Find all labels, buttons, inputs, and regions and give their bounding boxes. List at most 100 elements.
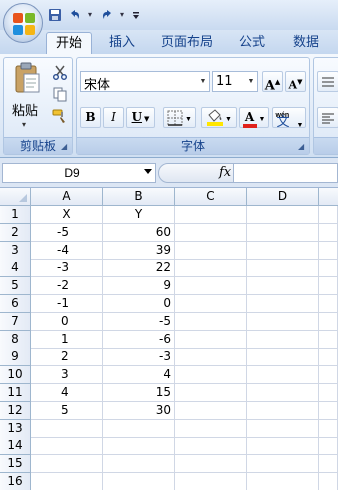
cell-a[interactable] — [31, 473, 103, 490]
row-header[interactable]: 12 — [0, 401, 31, 420]
cell-b[interactable]: 39 — [103, 241, 175, 260]
cell-e-partial[interactable] — [319, 455, 338, 474]
font-launcher-icon[interactable]: ◢ — [298, 143, 306, 151]
cell-a[interactable] — [31, 437, 103, 456]
tab-data[interactable]: 数据 — [284, 32, 328, 54]
cell-b[interactable]: 15 — [103, 384, 175, 402]
row-header[interactable]: 7 — [0, 312, 31, 331]
cell-e-partial[interactable] — [319, 348, 338, 367]
column-header-a[interactable]: A — [31, 188, 103, 206]
row-header[interactable]: 6 — [0, 295, 31, 313]
cell-e-partial[interactable] — [319, 384, 338, 402]
phonetic-button[interactable]: wén 文 ▼ — [272, 107, 306, 129]
cell-d[interactable] — [247, 277, 319, 296]
cell-a[interactable]: 4 — [31, 384, 103, 402]
cell-c[interactable] — [175, 206, 247, 224]
cell-a[interactable]: 3 — [31, 366, 103, 385]
tab-home[interactable]: 开始 — [46, 32, 92, 54]
cell-e-partial[interactable] — [319, 312, 338, 331]
undo-dropdown-icon[interactable]: ▾ — [88, 11, 94, 19]
cell-b[interactable] — [103, 455, 175, 474]
cell-e-partial[interactable] — [319, 241, 338, 260]
cell-b[interactable]: -5 — [103, 312, 175, 331]
column-header-c[interactable]: C — [175, 188, 247, 206]
cell-b[interactable]: 30 — [103, 401, 175, 420]
cell-d[interactable] — [247, 259, 319, 278]
column-header-e-partial[interactable] — [319, 188, 338, 206]
cell-c[interactable] — [175, 366, 247, 385]
grow-font-button[interactable]: A▲ — [262, 71, 283, 93]
cell-d[interactable] — [247, 419, 319, 438]
row-header[interactable]: 14 — [0, 437, 31, 456]
cell-a[interactable]: 0 — [31, 312, 103, 331]
cell-c[interactable] — [175, 384, 247, 402]
tab-page-layout[interactable]: 页面布局 — [152, 32, 222, 54]
cell-a[interactable]: -1 — [31, 295, 103, 313]
cell-c[interactable] — [175, 223, 247, 242]
clipboard-launcher-icon[interactable]: ◢ — [61, 143, 69, 151]
cell-e-partial[interactable] — [319, 277, 338, 296]
cell-d[interactable] — [247, 401, 319, 420]
cell-b[interactable] — [103, 437, 175, 456]
cell-e-partial[interactable] — [319, 330, 338, 349]
bold-button[interactable]: B — [80, 107, 101, 128]
cell-c[interactable] — [175, 330, 247, 349]
align-left-button[interactable] — [317, 107, 338, 128]
borders-button[interactable]: ▼ — [163, 107, 196, 128]
tab-formulas[interactable]: 公式 — [230, 32, 274, 54]
worksheet-grid[interactable]: A B C D 1 X Y 2 -5 60 3 -4 39 4 -3 22 5 -2 9 6 -1 0 7 0 -5 8 1… — [0, 188, 338, 490]
cell-a[interactable]: X — [31, 206, 103, 224]
underline-button[interactable]: U ▼ — [126, 107, 155, 128]
cell-d[interactable] — [247, 455, 319, 474]
office-button[interactable] — [3, 3, 43, 43]
chevron-down-icon[interactable]: ▼ — [197, 72, 209, 91]
copy-icon[interactable] — [52, 86, 68, 102]
cell-c[interactable] — [175, 401, 247, 420]
cell-c[interactable] — [175, 473, 247, 490]
select-all-button[interactable] — [0, 188, 31, 206]
format-painter-icon[interactable] — [52, 108, 68, 124]
cell-b[interactable]: 22 — [103, 259, 175, 278]
cell-d[interactable] — [247, 295, 319, 313]
name-box[interactable]: D9 — [2, 163, 156, 183]
cell-d[interactable] — [247, 366, 319, 385]
cell-c[interactable] — [175, 277, 247, 296]
cell-e-partial[interactable] — [319, 401, 338, 420]
cell-b[interactable]: 60 — [103, 223, 175, 242]
formula-input[interactable] — [234, 163, 338, 183]
row-header[interactable]: 4 — [0, 259, 31, 278]
fill-color-button[interactable]: ▼ — [201, 107, 237, 128]
row-header[interactable]: 13 — [0, 419, 31, 438]
cell-c[interactable] — [175, 241, 247, 260]
cell-e-partial[interactable] — [319, 419, 338, 438]
cell-e-partial[interactable] — [319, 366, 338, 385]
row-header[interactable]: 15 — [0, 455, 31, 474]
cell-d[interactable] — [247, 437, 319, 456]
cell-a[interactable] — [31, 455, 103, 474]
cell-b[interactable]: -3 — [103, 348, 175, 367]
paste-button[interactable]: 粘贴 ▾ — [6, 60, 46, 136]
cell-b[interactable]: 9 — [103, 277, 175, 296]
row-header[interactable]: 10 — [0, 366, 31, 385]
cell-c[interactable] — [175, 419, 247, 438]
cell-e-partial[interactable] — [319, 259, 338, 278]
cell-b[interactable]: -6 — [103, 330, 175, 349]
tab-insert[interactable]: 插入 — [100, 32, 144, 54]
row-header[interactable]: 1 — [0, 206, 31, 224]
cell-e-partial[interactable] — [319, 473, 338, 490]
cell-d[interactable] — [247, 330, 319, 349]
column-header-d[interactable]: D — [247, 188, 319, 206]
italic-button[interactable]: I — [103, 107, 124, 128]
cell-d[interactable] — [247, 241, 319, 260]
cell-c[interactable] — [175, 295, 247, 313]
chevron-down-icon[interactable]: ▼ — [245, 72, 257, 91]
customize-icon[interactable] — [132, 8, 140, 22]
cell-a[interactable]: -2 — [31, 277, 103, 296]
cell-d[interactable] — [247, 348, 319, 367]
undo-icon[interactable] — [68, 8, 82, 22]
cell-d[interactable] — [247, 312, 319, 331]
row-header[interactable]: 9 — [0, 348, 31, 367]
cell-c[interactable] — [175, 259, 247, 278]
cut-icon[interactable] — [52, 64, 68, 80]
cell-d[interactable] — [247, 206, 319, 224]
